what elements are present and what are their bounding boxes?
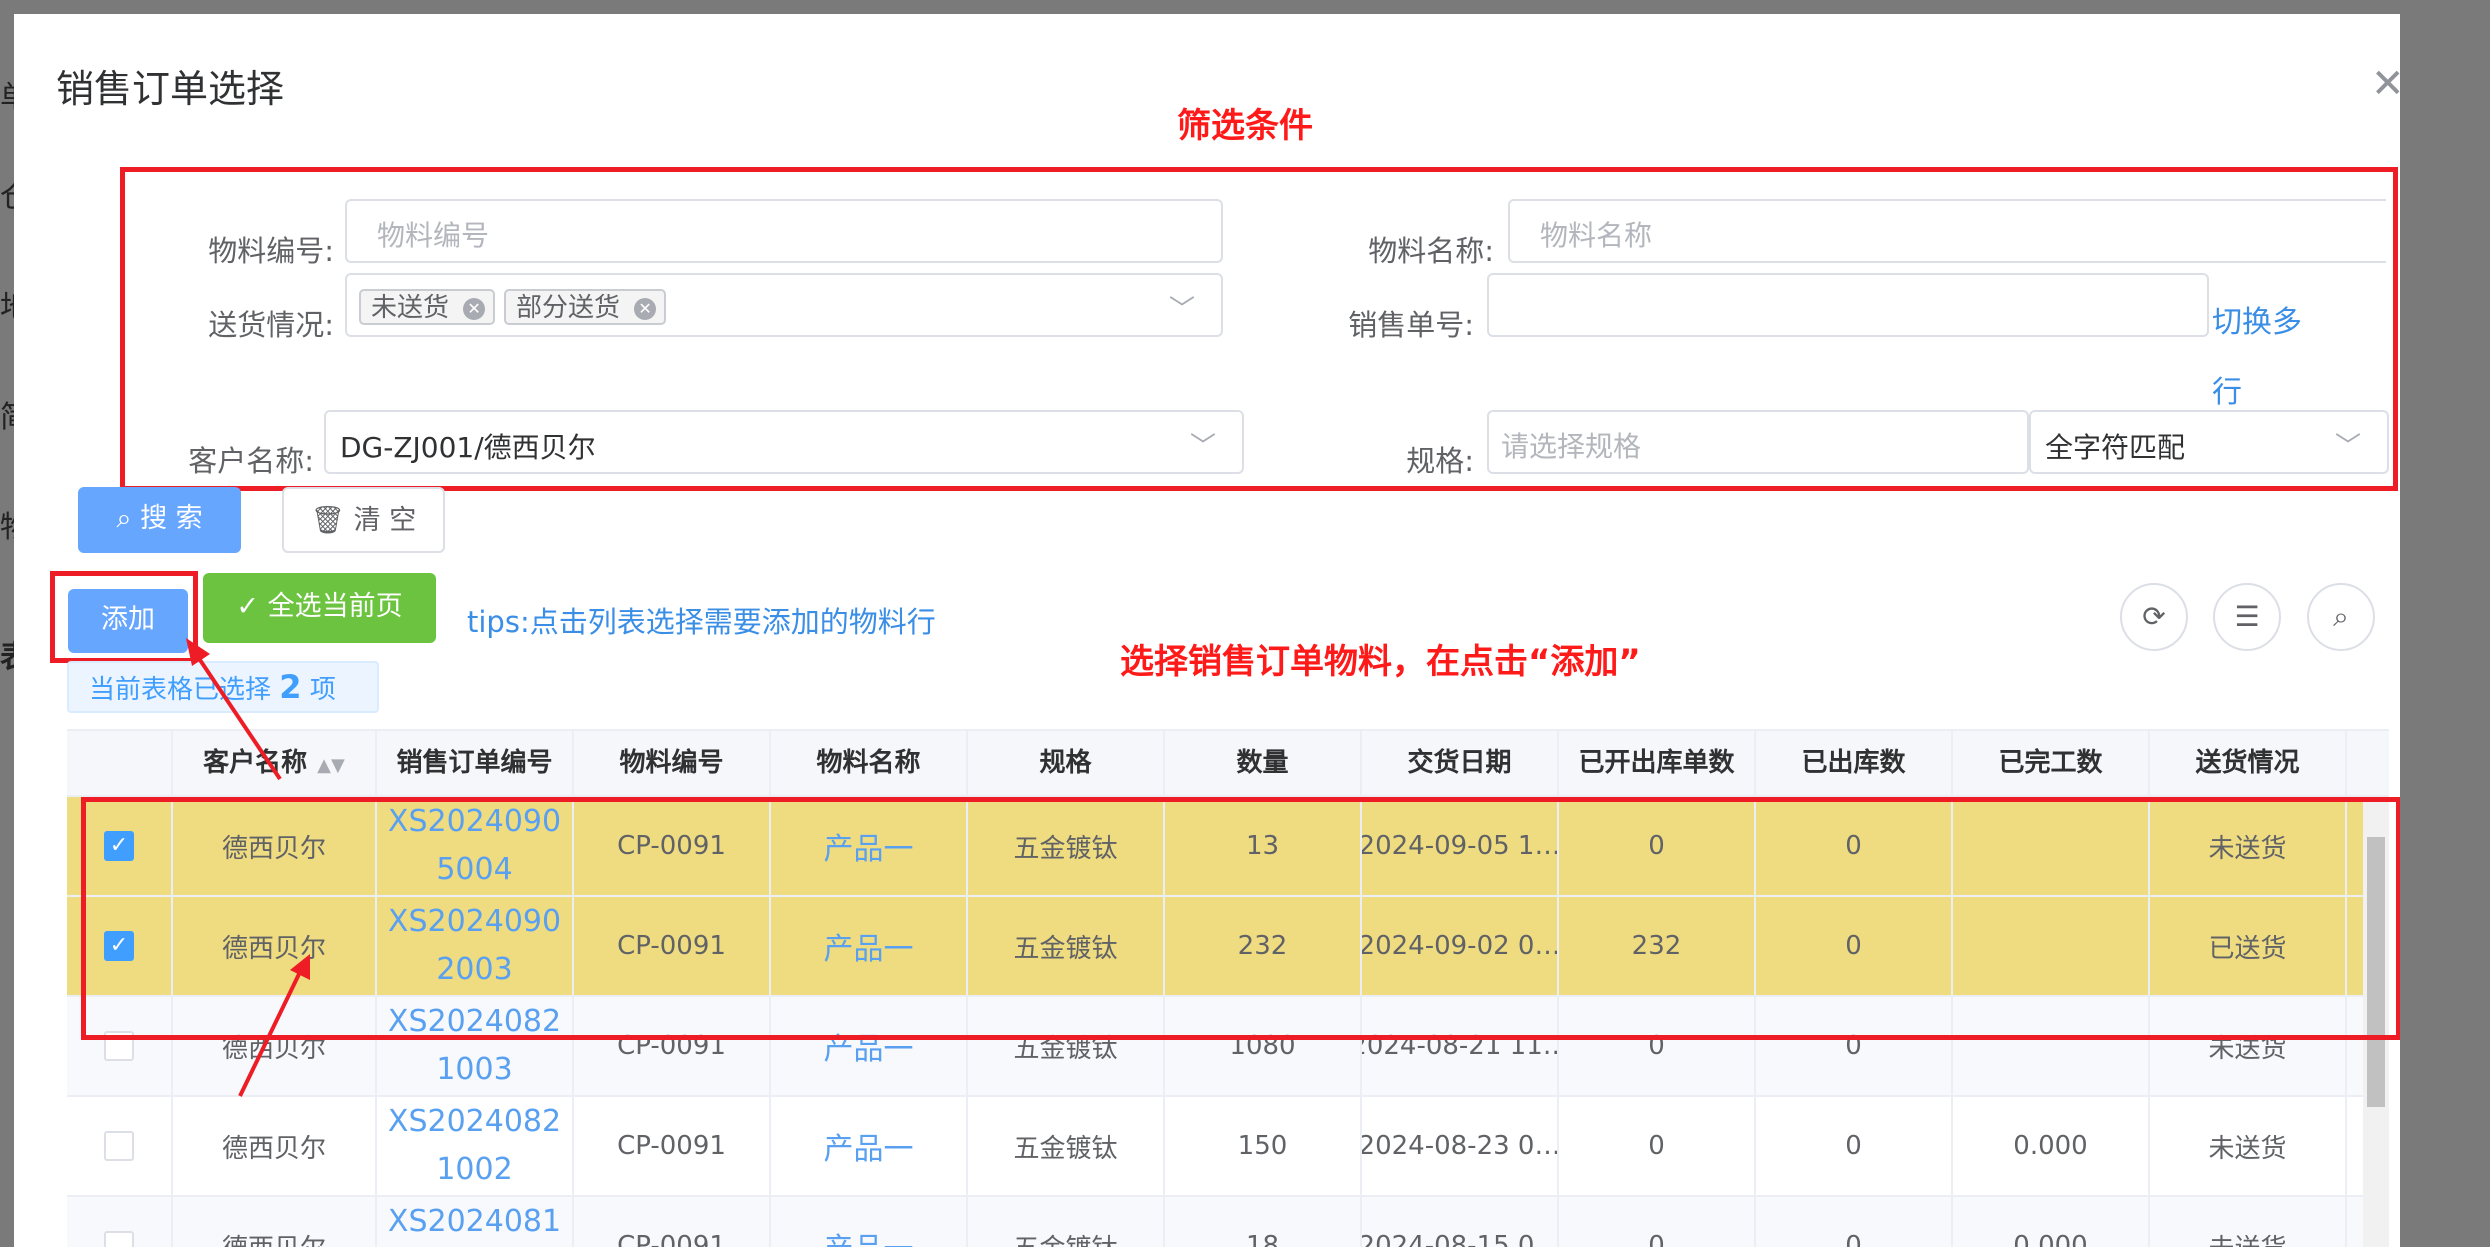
sales-order-select-dialog: 销售订单选择 ✕ 筛选条件 物料编号: 物料编号 物料名称: 物料名称 送货情况… bbox=[14, 14, 2400, 1247]
background-fragment: 仓 bbox=[0, 172, 14, 216]
background-fragment: 简 bbox=[0, 392, 14, 436]
background-fragment: 物 bbox=[0, 502, 14, 546]
background-fragment: 表 bbox=[0, 632, 14, 676]
background-fragment: 单 bbox=[0, 72, 14, 116]
background-fragment: 地 bbox=[0, 282, 14, 326]
annotation-arrows bbox=[186, 638, 310, 1097]
